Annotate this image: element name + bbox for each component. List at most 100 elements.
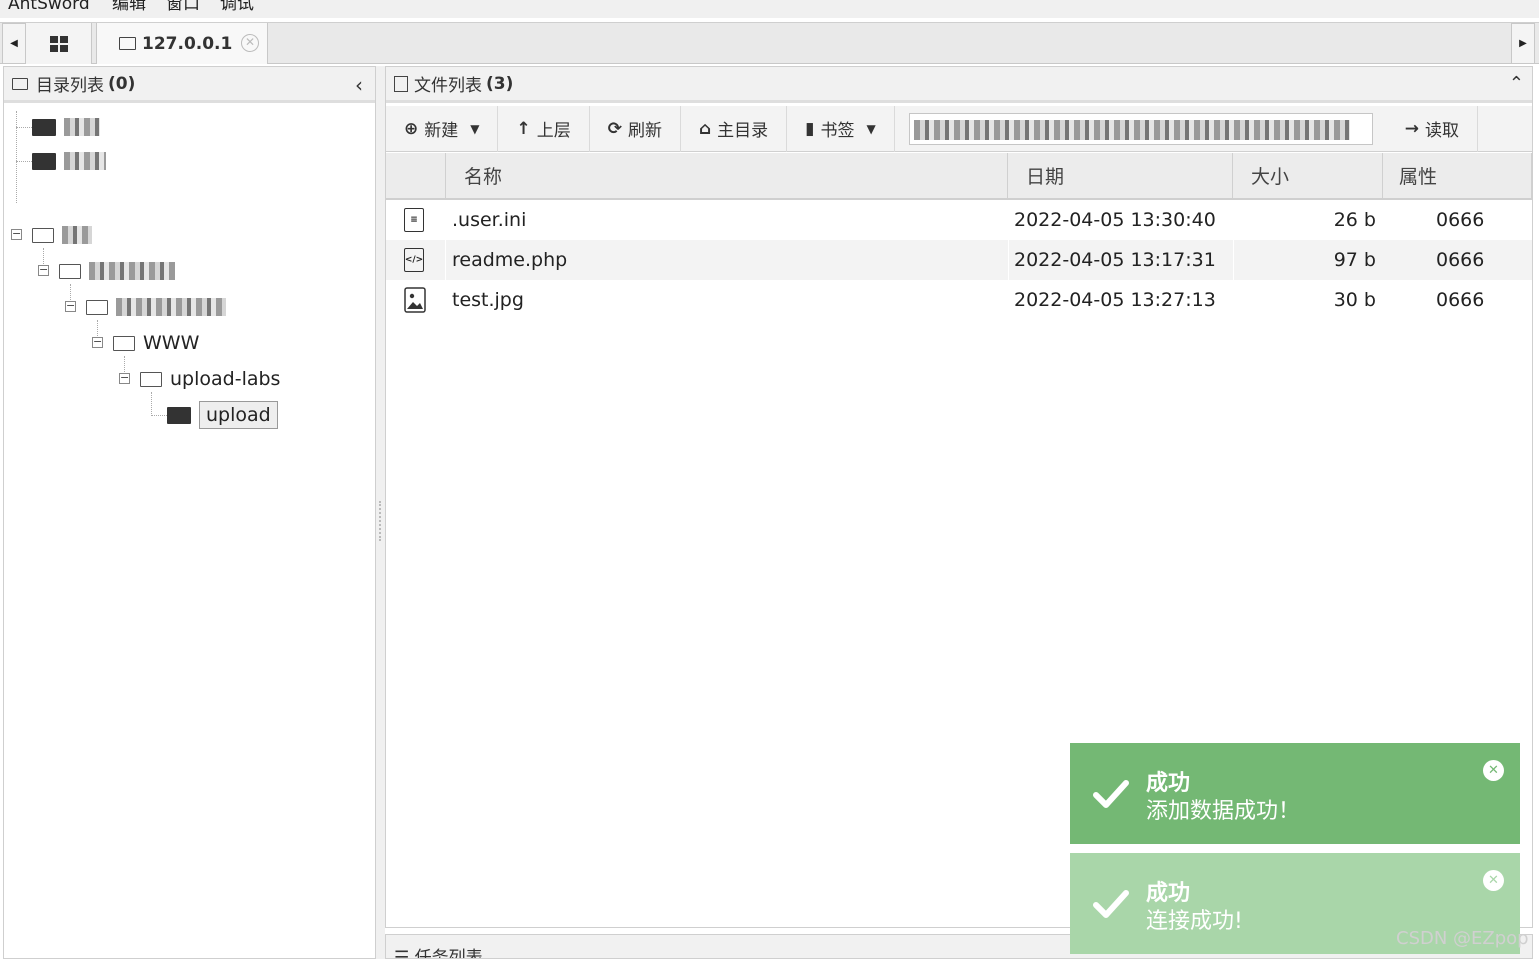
file-size: 26 b (1333, 209, 1376, 231)
tab-close-icon[interactable]: ✕ (241, 34, 259, 52)
collapse-node-icon[interactable]: − (11, 228, 22, 240)
redacted-label (62, 226, 92, 244)
file-date: 2022-04-05 13:27:13 (1014, 289, 1216, 311)
up-label: 上层 (536, 121, 571, 141)
collapse-up-icon[interactable]: ⌃ (1509, 73, 1524, 94)
refresh-button[interactable]: ⟳ 刷新 (590, 105, 681, 152)
file-date: 2022-04-05 13:17:31 (1014, 249, 1216, 271)
collapse-node-icon[interactable]: − (65, 300, 76, 312)
directory-panel-title: 目录列表 (36, 76, 104, 96)
menubar: AntSword 编辑 窗口 调试 (0, 0, 1539, 18)
file-size: 30 b (1333, 289, 1376, 311)
file-name: test.jpg (452, 289, 524, 311)
tree-node-redacted-1[interactable] (32, 112, 100, 142)
task-panel-title: 任务列表 (414, 948, 483, 959)
file-row[interactable]: ≡ .user.ini 2022-04-05 13:30:40 26 b 066… (386, 200, 1532, 240)
redacted-label (116, 298, 226, 316)
check-icon (1093, 890, 1129, 918)
bookmark-icon: ▮ (805, 118, 815, 139)
folder-solid-icon (32, 152, 56, 170)
name-column-header[interactable]: 名称 (446, 153, 1008, 198)
tree-label-www: WWW (143, 332, 200, 354)
toast-close-icon[interactable]: ✕ (1483, 760, 1504, 781)
plus-circle-icon: ⊕ (404, 118, 419, 139)
tab-scroll-right-button[interactable]: ▶ (1511, 23, 1535, 64)
folder-icon (119, 37, 136, 50)
file-attr: 0666 (1436, 249, 1485, 271)
toast-message: 添加数据成功！ (1146, 799, 1301, 824)
tree-node-drive[interactable] (32, 220, 92, 250)
redacted-label (64, 118, 100, 136)
date-column-header[interactable]: 日期 (1008, 153, 1233, 198)
tree-node-upload-labs[interactable]: upload-labs (140, 364, 280, 394)
tree-node-redacted-2[interactable] (32, 146, 106, 176)
menu-edit[interactable]: 编辑 (112, 0, 146, 13)
folder-open-icon (113, 335, 135, 351)
file-date: 2022-04-05 13:30:40 (1014, 209, 1216, 231)
collapse-node-icon[interactable]: − (92, 336, 103, 348)
file-panel-header: 文件列表 (3) ⌃ (386, 67, 1532, 103)
file-icon (394, 75, 408, 92)
collapse-node-icon[interactable]: − (119, 372, 130, 384)
folder-open-icon (140, 371, 162, 387)
tree-node-redacted-3[interactable] (59, 256, 175, 286)
attr-column-header[interactable]: 属性 (1383, 153, 1532, 198)
bookmark-label: 书签 (820, 121, 855, 141)
tree-node-www[interactable]: WWW (113, 328, 199, 358)
image-file-icon (404, 287, 426, 313)
file-attr: 0666 (1436, 289, 1485, 311)
tree-node-redacted-4[interactable] (86, 292, 226, 322)
new-label: 新建 (424, 121, 459, 141)
file-grid-header: 名称 日期 大小 属性 (386, 153, 1532, 200)
refresh-icon: ⟳ (607, 118, 622, 139)
panel-splitter[interactable] (376, 66, 385, 959)
toast-message: 连接成功! (1146, 909, 1243, 934)
file-panel-title: 文件列表 (414, 76, 482, 96)
bookmark-button[interactable]: ▮ 书签 ▼ (787, 105, 895, 152)
path-input[interactable] (908, 112, 1373, 145)
redacted-label (89, 262, 175, 280)
file-row[interactable]: test.jpg 2022-04-05 13:27:13 30 b 0666 (386, 280, 1532, 320)
file-count: (3) (486, 73, 514, 94)
file-row[interactable]: </> readme.php 2022-04-05 13:17:31 97 b … (386, 240, 1532, 280)
home-button[interactable]: ⌂ 主目录 (681, 105, 788, 152)
menu-window[interactable]: 窗口 (166, 0, 200, 13)
menu-antsword[interactable]: AntSword (8, 0, 90, 13)
directory-count: (0) (108, 73, 136, 94)
tab-127-0-0-1[interactable]: 127.0.0.1 ✕ (96, 23, 268, 64)
collapse-node-icon[interactable]: − (38, 264, 49, 276)
folder-solid-icon (32, 118, 56, 136)
redacted-label (64, 152, 106, 170)
file-attr: 0666 (1436, 209, 1485, 231)
tab-label: 127.0.0.1 (142, 33, 233, 54)
tab-scroll-left-button[interactable]: ◀ (2, 23, 26, 64)
list-icon: ☰ (394, 948, 410, 959)
read-button[interactable]: → 读取 (1387, 105, 1478, 152)
refresh-label: 刷新 (627, 121, 662, 141)
text-file-icon: ≡ (404, 208, 424, 232)
tree-label-upload-labs: upload-labs (170, 368, 281, 390)
tree-node-upload[interactable]: upload (167, 400, 278, 430)
watermark: CSDN @EZpop (1396, 928, 1529, 949)
directory-panel-header: 目录列表 (0) ‹ (4, 67, 375, 103)
collapse-left-icon[interactable]: ‹ (355, 73, 363, 97)
file-name: .user.ini (452, 209, 527, 231)
code-file-icon: </> (404, 248, 424, 272)
tab-home[interactable] (26, 23, 92, 64)
read-label: 读取 (1425, 121, 1459, 141)
menu-debug[interactable]: 调试 (220, 0, 254, 13)
grid-icon (49, 35, 68, 52)
new-button[interactable]: ⊕ 新建 ▼ (386, 105, 499, 152)
size-column-header[interactable]: 大小 (1233, 153, 1383, 198)
tab-strip: ◀ 127.0.0.1 ✕ ▶ (0, 22, 1539, 64)
toast-success: 成功 添加数据成功！ ✕ (1070, 743, 1520, 844)
home-icon: ⌂ (698, 118, 712, 139)
caret-down-icon: ▼ (866, 121, 876, 136)
toast-close-icon[interactable]: ✕ (1483, 870, 1504, 891)
redacted-path (913, 119, 1350, 140)
folder-open-icon (59, 263, 81, 279)
arrow-up-icon: ↑ (516, 118, 531, 139)
file-grid: ≡ .user.ini 2022-04-05 13:30:40 26 b 066… (386, 200, 1532, 320)
up-button[interactable]: ↑ 上层 (498, 105, 590, 152)
home-label: 主目录 (717, 121, 769, 141)
